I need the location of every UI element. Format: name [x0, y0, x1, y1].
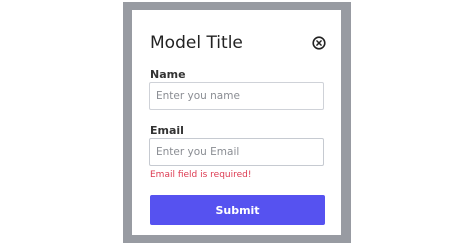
email-label: Email — [150, 124, 184, 137]
modal-title: Model Title — [150, 33, 243, 53]
modal-backdrop: Model Title Name Email Email field is re… — [123, 2, 351, 243]
modal-dialog: Model Title Name Email Email field is re… — [132, 10, 341, 235]
name-label: Name — [150, 68, 186, 81]
email-error-message: Email field is required! — [150, 170, 252, 180]
name-input[interactable] — [149, 82, 324, 110]
close-icon[interactable] — [312, 36, 326, 50]
submit-button[interactable]: Submit — [150, 195, 325, 225]
email-input[interactable] — [149, 138, 324, 166]
